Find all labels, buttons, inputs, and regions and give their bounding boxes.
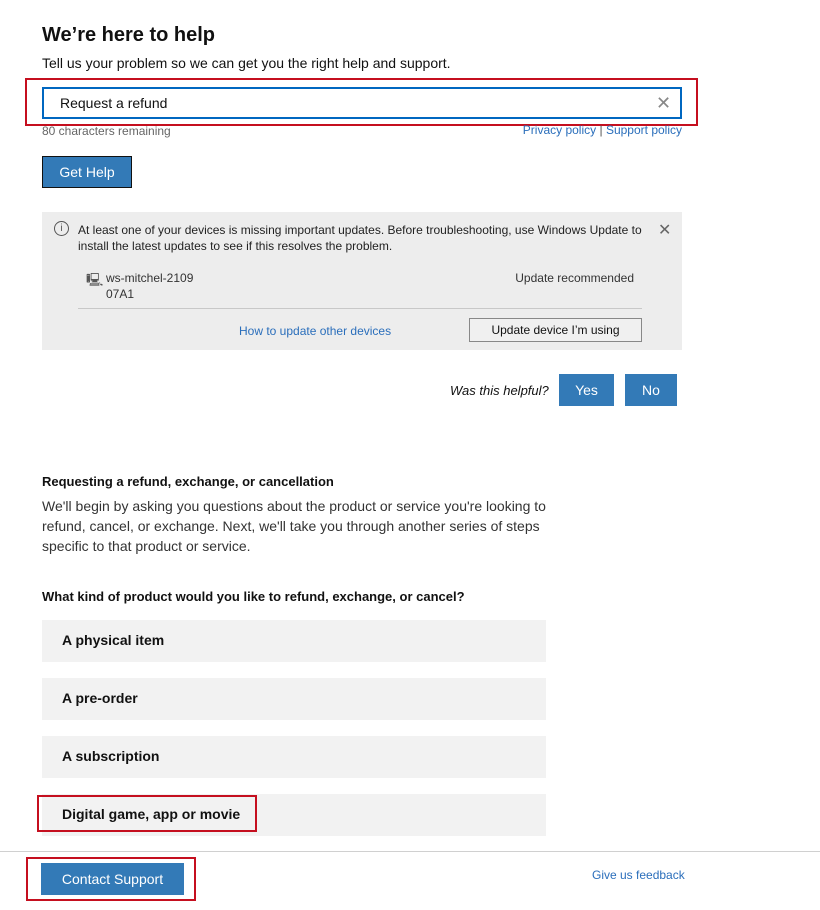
device-name: ws-mitchel-2109 [106,271,194,285]
option-pre-order[interactable]: A pre-order [42,678,546,720]
close-icon[interactable]: ✕ [658,220,671,240]
page-subtitle: Tell us your problem so we can get you t… [42,55,451,71]
refund-description: We'll begin by asking you questions abou… [42,498,546,554]
computer-icon: 🖳 [86,272,104,287]
notice-text: At least one of your devices is missing … [78,223,642,253]
privacy-policy-link[interactable]: Privacy policy [523,123,596,137]
option-physical-item[interactable]: A physical item [42,620,546,662]
contact-support-button[interactable]: Contact Support [41,863,184,895]
chars-remaining: 80 characters remaining [42,124,171,138]
get-help-button[interactable]: Get Help [42,156,132,188]
no-button[interactable]: No [625,374,677,406]
option-subscription[interactable]: A subscription [42,736,546,778]
clear-icon[interactable]: ✕ [656,94,671,112]
product-question: What kind of product would you like to r… [42,589,465,604]
refund-title: Requesting a refund, exchange, or cancel… [42,474,334,489]
update-notice: i At least one of your devices is missin… [42,212,682,350]
update-device-button[interactable]: Update device I’m using [469,318,642,342]
search-input[interactable]: Request a refund [42,87,682,119]
device-status: Update recommended [515,271,634,285]
yes-button[interactable]: Yes [559,374,614,406]
page-title: We’re here to help [42,24,216,46]
highlight-box [37,795,257,832]
footer-divider [0,851,820,852]
separator: | [599,123,603,137]
helpful-question: Was this helpful? [450,383,549,398]
update-other-devices-link[interactable]: How to update other devices [239,324,391,338]
feedback-link[interactable]: Give us feedback [592,868,685,882]
device-id: 07A1 [106,287,135,301]
support-policy-link[interactable]: Support policy [606,123,682,137]
info-icon: i [54,221,69,236]
divider [78,308,642,309]
